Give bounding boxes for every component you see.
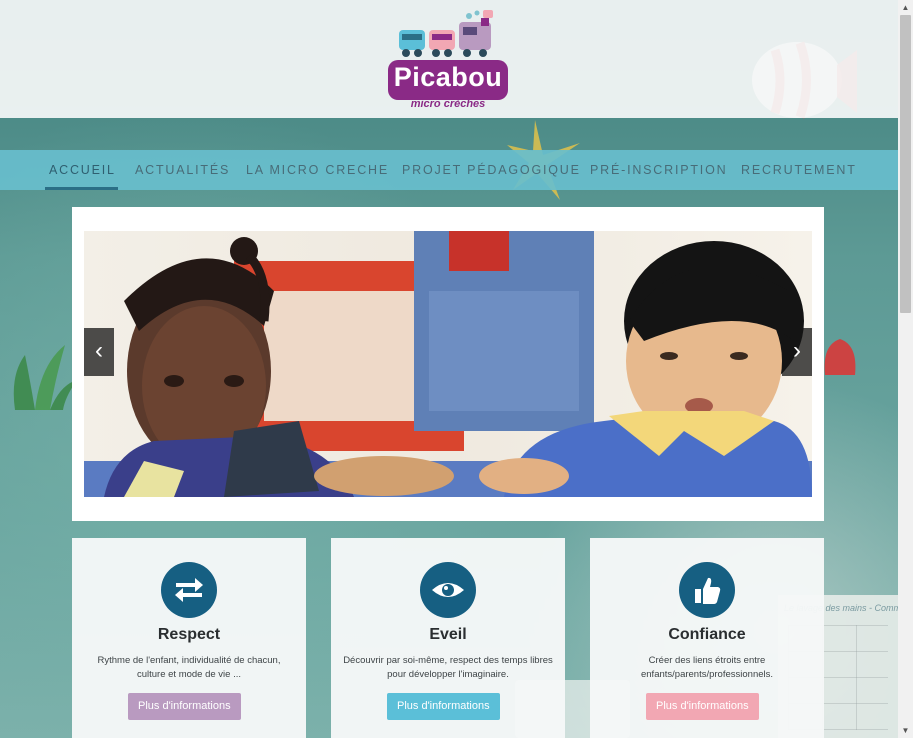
- active-nav-indicator: [45, 187, 118, 190]
- nav-item-actualites[interactable]: ACTUALITÉS: [135, 150, 230, 190]
- site-logo[interactable]: Picabou micro crèches: [387, 8, 509, 110]
- nav-item-la-micro-creche[interactable]: LA MICRO CRECHE: [246, 150, 389, 190]
- scroll-down-arrow-icon[interactable]: ▼: [898, 723, 913, 738]
- more-info-button-confiance[interactable]: Plus d'informations: [646, 693, 759, 720]
- slide-image: [84, 231, 812, 497]
- plant-decoration: [13, 345, 77, 410]
- card-description: Rythme de l'enfant, individualité de cha…: [97, 655, 281, 680]
- scroll-up-arrow-icon[interactable]: ▲: [898, 0, 913, 15]
- feature-card-confiance: Confiance Créer des liens étroits entre …: [590, 538, 824, 738]
- chevron-right-icon: ›: [793, 337, 801, 364]
- vertical-scrollbar[interactable]: ▲ ▼: [898, 0, 913, 738]
- site-header: Picabou micro crèches: [0, 0, 898, 118]
- nav-item-pre-inscription[interactable]: PRÉ-INSCRIPTION: [590, 150, 727, 190]
- shell-decoration: [824, 339, 856, 375]
- feature-card-eveil: Eveil Découvrir par soi-même, respect de…: [331, 538, 565, 738]
- thumbs-up-icon: [679, 562, 735, 618]
- main-navigation: ACCUEIL ACTUALITÉS LA MICRO CRECHE PROJE…: [0, 150, 898, 190]
- card-title: Confiance: [668, 626, 746, 643]
- more-info-button-eveil[interactable]: Plus d'informations: [387, 693, 500, 720]
- brand-name: Picabou: [393, 62, 503, 92]
- slider-next-button[interactable]: ›: [782, 328, 812, 376]
- nav-item-projet-pedagogique[interactable]: PROJET PÉDAGOGIQUE: [402, 150, 581, 190]
- card-description: Créer des liens étroits entre enfants/pa…: [640, 655, 774, 680]
- nav-item-recrutement[interactable]: RECRUTEMENT: [741, 150, 857, 190]
- scrollbar-thumb[interactable]: [900, 15, 911, 313]
- feature-card-respect: Respect Rythme de l'enfant, individualit…: [72, 538, 306, 738]
- nav-item-accueil[interactable]: ACCUEIL: [49, 150, 116, 190]
- image-slider: [72, 207, 824, 521]
- children-playing-photo: [84, 231, 812, 497]
- brand-tagline: micro crèches: [410, 98, 486, 110]
- more-info-button-respect[interactable]: Plus d'informations: [128, 693, 241, 720]
- slider-prev-button[interactable]: ‹: [84, 328, 114, 376]
- card-description: Découvrir par soi-même, respect des temp…: [343, 655, 553, 680]
- eye-icon: [420, 562, 476, 618]
- train-logo-icon: [399, 10, 493, 57]
- chevron-left-icon: ‹: [95, 337, 103, 364]
- card-title: Respect: [157, 626, 221, 643]
- card-title: Eveil: [429, 626, 467, 643]
- exchange-arrows-icon: [161, 562, 217, 618]
